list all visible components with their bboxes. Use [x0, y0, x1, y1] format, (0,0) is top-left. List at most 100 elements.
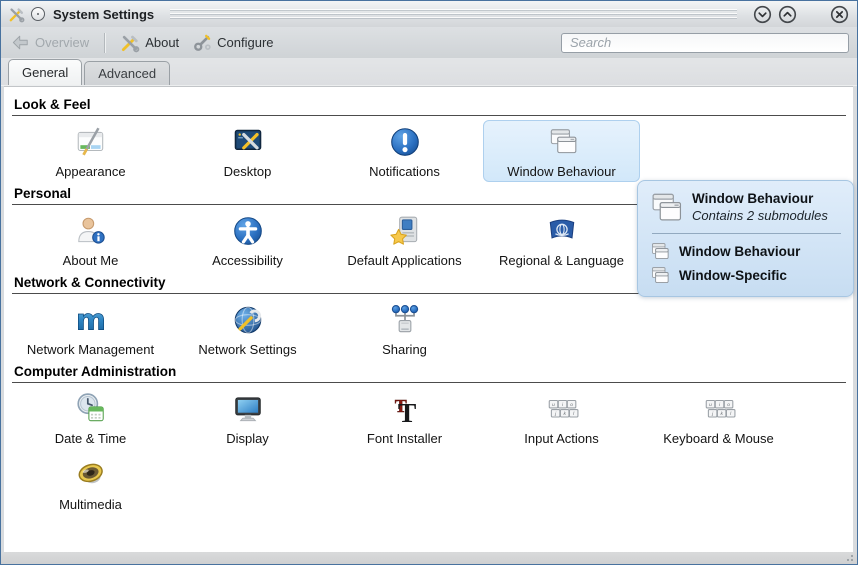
module-regional-language[interactable]: Regional & Language — [483, 209, 640, 271]
module-appearance[interactable]: Appearance — [12, 120, 169, 182]
window-icon — [650, 241, 670, 261]
module-label: Default Applications — [347, 253, 461, 268]
module-notifications[interactable]: Notifications — [326, 120, 483, 182]
search-container — [561, 33, 849, 53]
section-look-and-feel: Look & Feel Appearance — [4, 97, 853, 182]
tab-general-label: General — [22, 65, 68, 80]
tooltip-item-label: Window Behaviour — [679, 244, 800, 259]
close-button[interactable] — [830, 5, 849, 24]
section-rule — [12, 115, 846, 116]
module-window-behaviour[interactable]: Window Behaviour — [483, 120, 640, 182]
window-behaviour-icon — [545, 125, 579, 159]
toolbar: Overview About Configure — [1, 27, 857, 58]
network-management-icon: m — [74, 303, 108, 337]
system-settings-window: System Settings Overview — [0, 0, 858, 565]
keyboard-mouse-icon: uio jkl — [702, 392, 736, 426]
window-icon — [650, 265, 670, 285]
svg-text:u: u — [552, 403, 555, 408]
section-computer-administration: Computer Administration Date & Time — [4, 364, 853, 515]
module-label: Font Installer — [367, 431, 442, 446]
about-button[interactable]: About — [116, 31, 183, 55]
window-behaviour-icon — [646, 189, 684, 227]
configure-label: Configure — [217, 35, 273, 50]
maximize-button[interactable] — [778, 5, 797, 24]
about-me-icon — [74, 214, 108, 248]
module-date-time[interactable]: Date & Time — [12, 387, 169, 449]
module-default-applications[interactable]: Default Applications — [326, 209, 483, 271]
module-label: Input Actions — [524, 431, 598, 446]
module-label: Multimedia — [59, 497, 122, 512]
module-label: Date & Time — [55, 431, 127, 446]
module-multimedia[interactable]: Multimedia — [12, 453, 169, 515]
module-grid: Date & Time Display T T — [12, 387, 853, 515]
module-font-installer[interactable]: T T Font Installer — [326, 387, 483, 449]
module-label: Notifications — [369, 164, 440, 179]
accessibility-icon — [231, 214, 265, 248]
section-title: Look & Feel — [14, 97, 853, 112]
module-sharing[interactable]: Sharing — [326, 298, 483, 360]
module-label: Network Settings — [198, 342, 296, 357]
minimize-button[interactable] — [753, 5, 772, 24]
module-label: Network Management — [27, 342, 154, 357]
svg-text:T: T — [397, 397, 415, 426]
module-keyboard-mouse[interactable]: uio jkl Keyboard & Mouse — [640, 387, 797, 449]
chevron-down-icon — [753, 5, 772, 24]
svg-text:m: m — [76, 303, 106, 337]
sharing-icon — [388, 303, 422, 337]
module-grid: Appearance Desktop — [12, 120, 853, 182]
multimedia-icon — [74, 458, 108, 492]
resize-grip[interactable] — [846, 554, 854, 562]
section-title: Computer Administration — [14, 364, 853, 379]
window-menu-button[interactable] — [31, 7, 45, 21]
wrench-icon — [192, 33, 212, 53]
module-network-settings[interactable]: Network Settings — [169, 298, 326, 360]
tab-general[interactable]: General — [8, 59, 82, 85]
titlebar[interactable]: System Settings — [1, 1, 857, 27]
tab-advanced[interactable]: Advanced — [84, 61, 170, 85]
back-arrow-icon — [11, 33, 30, 52]
tooltip-item-window-behaviour[interactable]: Window Behaviour — [646, 239, 843, 263]
module-accessibility[interactable]: Accessibility — [169, 209, 326, 271]
close-icon — [830, 5, 849, 24]
module-label: Keyboard & Mouse — [663, 431, 774, 446]
tooltip-divider — [652, 233, 841, 234]
svg-text:o: o — [727, 403, 730, 408]
window-bottom-frame — [1, 552, 857, 564]
window-title: System Settings — [53, 7, 154, 22]
svg-text:u: u — [709, 403, 712, 408]
tooltip-subtitle: Contains 2 submodules — [692, 208, 828, 223]
module-label: About Me — [63, 253, 119, 268]
module-network-management[interactable]: m Network Management — [12, 298, 169, 360]
date-time-icon — [74, 392, 108, 426]
tooltip-item-window-specific[interactable]: Window-Specific — [646, 263, 843, 287]
input-actions-icon: uio jkl — [545, 392, 579, 426]
section-rule — [12, 382, 846, 383]
titlebar-stripes — [170, 7, 737, 21]
module-label: Desktop — [224, 164, 272, 179]
tooltip-title: Window Behaviour — [692, 191, 828, 206]
search-input[interactable] — [561, 33, 849, 53]
desktop-icon — [231, 125, 265, 159]
appearance-icon — [74, 125, 108, 159]
module-display[interactable]: Display — [169, 387, 326, 449]
module-tooltip: Window Behaviour Contains 2 submodules W… — [637, 180, 854, 297]
module-desktop[interactable]: Desktop — [169, 120, 326, 182]
tabbar: General Advanced — [1, 58, 857, 86]
tooltip-item-label: Window-Specific — [679, 268, 787, 283]
module-grid: m Network Management Network Settings — [12, 298, 853, 360]
overview-button[interactable]: Overview — [7, 31, 93, 54]
system-settings-app-icon — [8, 6, 25, 23]
default-applications-icon — [388, 214, 422, 248]
configure-button[interactable]: Configure — [188, 31, 277, 55]
module-about-me[interactable]: About Me — [12, 209, 169, 271]
module-label: Display — [226, 431, 269, 446]
network-settings-icon — [231, 303, 265, 337]
module-label: Accessibility — [212, 253, 283, 268]
about-label: About — [145, 35, 179, 50]
module-input-actions[interactable]: uio jkl Input Actions — [483, 387, 640, 449]
font-installer-icon: T T — [388, 392, 422, 426]
module-label: Regional & Language — [499, 253, 624, 268]
tooltip-text: Window Behaviour Contains 2 submodules — [692, 189, 828, 223]
modules-pane: Look & Feel Appearance — [4, 86, 853, 552]
overview-label: Overview — [35, 35, 89, 50]
